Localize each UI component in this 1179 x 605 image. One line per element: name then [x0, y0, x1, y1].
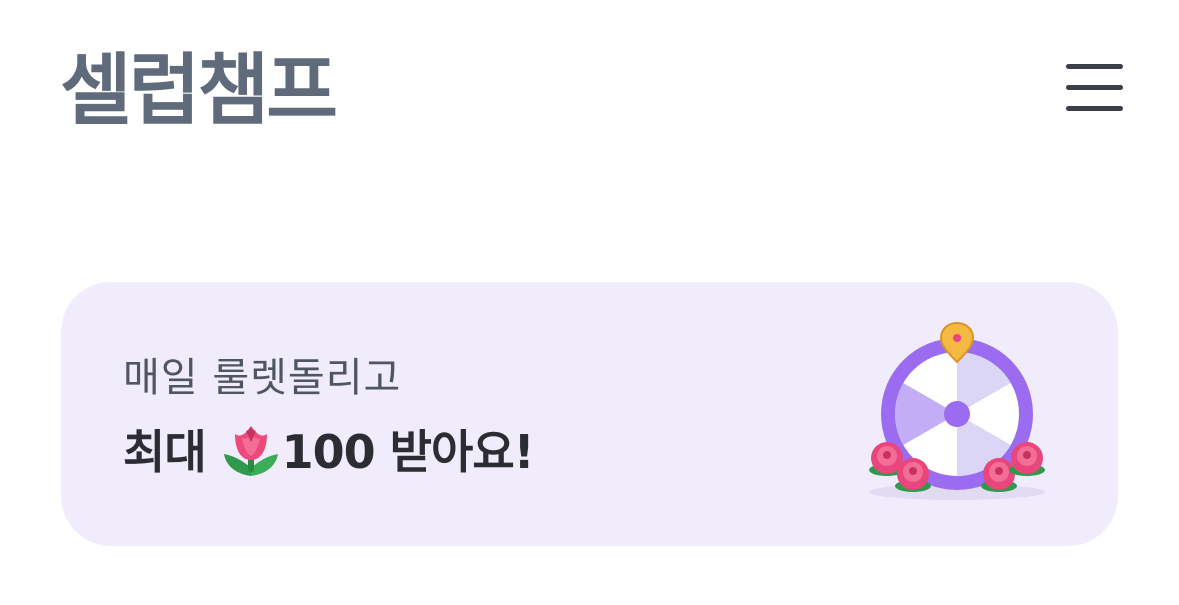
banner-subtitle: 매일 룰렛돌리고 — [123, 355, 402, 401]
page: 셀럽챔프 매일 룰렛돌리고 최대 100 받아요! — [0, 0, 1179, 605]
app-logo[interactable]: 셀럽챔프 — [60, 52, 338, 130]
tulip-icon — [222, 420, 280, 478]
roulette-wheel-icon — [857, 321, 1057, 512]
banner-title: 최대 100 받아요! — [123, 419, 535, 479]
menu-button[interactable] — [1058, 58, 1130, 122]
banner-title-prefix: 최대 — [123, 425, 207, 479]
banner-title-suffix: 100 받아요! — [281, 425, 535, 479]
roulette-promo-banner[interactable]: 매일 룰렛돌리고 최대 100 받아요! — [61, 282, 1118, 546]
